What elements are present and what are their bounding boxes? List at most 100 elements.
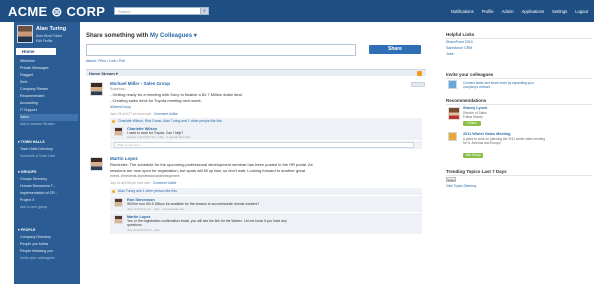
sidebar-item-sent[interactable]: Sent [20, 79, 78, 86]
invite-heading: Invite your colleagues [446, 72, 592, 79]
sidebar-item-project-x[interactable]: Project X [20, 197, 78, 204]
helpful-link-jobs[interactable]: Jobs [446, 52, 454, 56]
avatar[interactable] [448, 107, 460, 120]
sidebar: Alan Turing Alan Work Folder Edit Profil… [14, 22, 80, 284]
share-title-text: Share something with [86, 33, 149, 39]
comment-text: Will the tour Hill & Wilson be available… [127, 202, 260, 206]
thumbs-up-icon [112, 190, 115, 193]
avatar[interactable] [90, 82, 103, 96]
user-card: Alan Turing Alan Work Folder Edit Profil… [17, 25, 77, 45]
rss-icon[interactable] [417, 71, 422, 76]
rec-subtitle: Follow Stacey [463, 115, 483, 119]
post-author[interactable]: Martin Lopez [110, 156, 138, 161]
sidebar-item-it-support[interactable]: IT Support [20, 107, 78, 114]
avatar[interactable] [114, 198, 123, 207]
comment: Martin Lopez Yes, in the registration co… [110, 213, 422, 234]
comment-link[interactable]: Comment [154, 112, 168, 116]
post-timestamp: July 24 at 8:08 pm from web · [110, 181, 153, 185]
post-line: - Creating sales deck for Toyota meeting… [110, 98, 202, 103]
likes-text[interactable]: Alan Turing and 1 other person like this… [118, 189, 178, 193]
write-comment-input[interactable]: Write a comment... [114, 142, 414, 148]
likes-bar: Charlotte Wilson, Rick Duran, Alan Turin… [110, 118, 422, 125]
comment-text: Yes, in the registration confirmation em… [127, 219, 287, 223]
invite-colleagues-link[interactable]: Invite your colleagues [20, 255, 78, 262]
avatar[interactable] [17, 25, 33, 43]
avatar[interactable] [114, 215, 123, 224]
sidebar-item-implementation[interactable]: Implementation of CR... [20, 190, 78, 197]
post-line: event. #hrevents #professionaldevelopmen… [110, 174, 180, 178]
sidebar-item-company-directory[interactable]: Company Directory [20, 234, 78, 241]
thumbs-up-icon [112, 120, 115, 123]
trending-heading: Trending Topics Last 7 Days [446, 169, 592, 176]
sidebar-item-flagged[interactable]: Flagged [20, 72, 78, 79]
acme-corp-logo[interactable]: ACME ⊜ CORP [8, 4, 105, 20]
nav-admin[interactable]: Admin [502, 9, 514, 14]
avatar[interactable] [114, 127, 123, 136]
search-icon[interactable]: ⌕ [200, 7, 209, 15]
unlike-link[interactable]: Unlike [168, 181, 177, 185]
sidebar-item-private-messages[interactable]: Private Messages [20, 65, 78, 72]
search-input[interactable]: Search [114, 7, 208, 15]
helpful-link-salesforce[interactable]: Salesforce CRM [446, 46, 472, 50]
comment-meta: July 24 at 8:11 pm · Like · 2 people lik… [127, 207, 185, 211]
share-textarea[interactable] [86, 44, 356, 56]
trending-topic-tag[interactable]: Sales [446, 177, 456, 182]
rec-name[interactable]: 2011 Winter Sales Meeting [463, 132, 510, 136]
sidebar-item-town-halls-directory[interactable]: Town Halls Directory [20, 146, 78, 153]
groups-heading[interactable]: ▾ GROUPS [18, 170, 36, 174]
nav-profile[interactable]: Profile [482, 9, 494, 14]
post-line: Reminder: The schedule for the upcoming … [110, 162, 313, 167]
people-list: Company Directory People you follow Peop… [20, 234, 78, 262]
share-button[interactable]: Share [369, 45, 421, 54]
people-heading[interactable]: ▾ PEOPLE [18, 228, 35, 232]
rec-subtitle: for N. America and Europe [463, 141, 501, 145]
sidebar-item-accounting[interactable]: Accounting [20, 100, 78, 107]
topics-directory-link[interactable]: View Topics Directory [446, 184, 476, 188]
sidebar-item-recommended[interactable]: Recommended [20, 93, 78, 100]
nav-notifications[interactable]: Notifications [451, 9, 474, 14]
sidebar-item-groups-directory[interactable]: Groups Directory [20, 176, 78, 183]
sidebar-item-people-you-follow[interactable]: People you follow [20, 241, 78, 248]
comment-link[interactable]: Comment [153, 181, 167, 185]
helpful-link-sharepoint[interactable]: SharePoint 2010 [446, 40, 473, 44]
avatar[interactable] [90, 157, 103, 171]
write-comment-row: Write a comment... [110, 141, 422, 149]
share-group-dropdown[interactable]: My Colleagues ▾ [150, 33, 197, 39]
add-custom-stream-link[interactable]: Add a custom Stream [20, 121, 78, 128]
town-halls-list: Town Halls Directory Schedule a Town Hal… [20, 146, 78, 160]
sidebar-item-wikireme[interactable]: Wikireme [20, 58, 78, 65]
post-hashtag[interactable]: #SalesGroup [110, 105, 131, 109]
likes-bar: Alan Turing and 1 other person like this… [110, 188, 422, 195]
follow-button[interactable]: Follow [463, 121, 481, 126]
rec-name[interactable]: Stacey Lynch [463, 106, 487, 110]
user-folder-link[interactable]: Alan Work Folder [36, 34, 62, 38]
sidebar-item-home[interactable]: Home [16, 48, 56, 55]
comment: Ron Stevenson Will the tour Hill & Wilso… [110, 196, 422, 212]
groups-list: Groups Directory Human Resources T... Im… [20, 176, 78, 211]
unlike-link[interactable]: Unlike [169, 112, 178, 116]
sidebar-item-sales[interactable]: Sales [20, 114, 78, 121]
post-line: Roadmap: [110, 87, 126, 91]
post-meta: July 24 at 8:08 pm from web · Comment Un… [110, 181, 176, 185]
invite-text[interactable]: company's network [463, 85, 490, 89]
post-author[interactable]: Michael Miller › Sales Group [110, 81, 170, 86]
attach-links[interactable]: Attach: Files • Link • Poll [86, 59, 125, 63]
add-new-group-link[interactable]: Add a new group [20, 204, 78, 211]
home-stream-dropdown[interactable]: Home Stream ▾ [89, 71, 118, 76]
comment: Charlotte Wilson I used to work for Toyo… [110, 125, 422, 140]
user-name[interactable]: Alan Turing [36, 26, 66, 32]
schedule-town-hall-link[interactable]: Schedule a Town Hall [20, 153, 78, 160]
nav-applications[interactable]: Applications [521, 9, 544, 14]
helpful-links-heading: Helpful Links [446, 32, 592, 39]
sidebar-item-company-stream[interactable]: Company Stream [20, 86, 78, 93]
sidebar-item-people-following-you[interactable]: People following you [20, 248, 78, 255]
sidebar-item-human-resources[interactable]: Human Resources T... [20, 183, 78, 190]
top-nav: Notifications Profile Admin Applications… [451, 9, 588, 14]
likes-text[interactable]: Charlotte Wilson, Rick Duran, Alan Turin… [118, 119, 223, 123]
edit-profile-link[interactable]: Edit Profile [36, 39, 52, 43]
post-options-button[interactable] [411, 82, 425, 87]
town-halls-heading[interactable]: ▾ TOWN HALLS [18, 140, 45, 144]
nav-logout[interactable]: Logout [575, 9, 588, 14]
nav-settings[interactable]: Settings [552, 9, 567, 14]
join-group-button[interactable]: Join Group [463, 153, 483, 158]
